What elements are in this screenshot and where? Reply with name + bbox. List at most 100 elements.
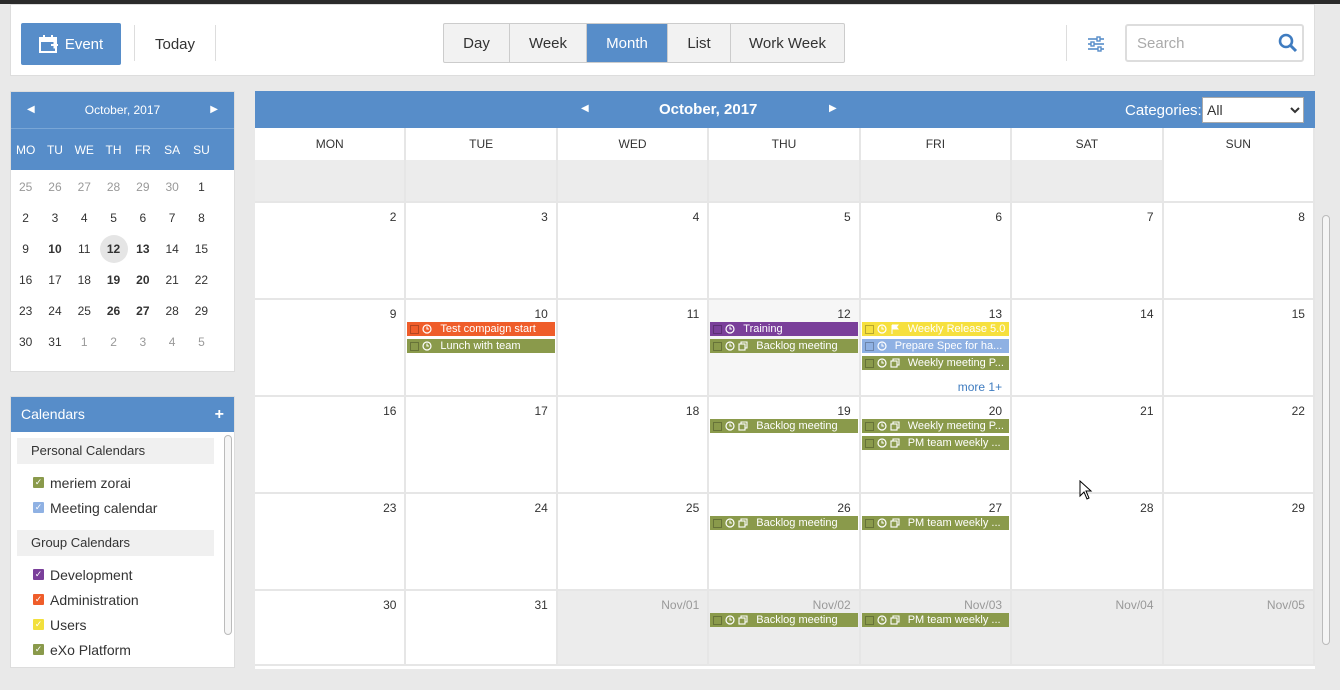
day-cell[interactable]: 2 bbox=[255, 203, 407, 298]
day-cell[interactable] bbox=[709, 160, 861, 201]
mini-day[interactable]: 30 bbox=[157, 172, 186, 203]
event-item[interactable]: Weekly meeting P... bbox=[861, 356, 1010, 370]
mini-day[interactable]: 9 bbox=[11, 234, 40, 265]
checkbox-icon[interactable]: ✓ bbox=[33, 644, 44, 655]
next-month-icon[interactable]: ▶ bbox=[210, 104, 218, 115]
mini-day[interactable]: 13 bbox=[128, 234, 157, 265]
mini-day[interactable]: 26 bbox=[40, 172, 69, 203]
mini-day[interactable]: 19 bbox=[99, 265, 128, 296]
day-cell[interactable]: 13 Weekly Release 5.0 Prepare Spec for ha.… bbox=[861, 300, 1013, 395]
mini-day[interactable]: 6 bbox=[128, 203, 157, 234]
add-calendar-icon[interactable]: + bbox=[215, 397, 224, 432]
mini-day[interactable]: 25 bbox=[11, 172, 40, 203]
mini-day[interactable]: 8 bbox=[187, 203, 216, 234]
day-cell[interactable]: 22 bbox=[1164, 397, 1315, 492]
day-cell[interactable]: 4 bbox=[558, 203, 710, 298]
mini-day[interactable]: 1 bbox=[70, 327, 99, 358]
view-day-button[interactable]: Day bbox=[444, 24, 510, 62]
day-cell[interactable]: 27 PM team weekly ... bbox=[861, 494, 1013, 589]
mini-day[interactable]: 24 bbox=[40, 296, 69, 327]
view-list-button[interactable]: List bbox=[668, 24, 731, 62]
event-item[interactable]: PM team weekly ... bbox=[861, 613, 1010, 627]
next-month-icon[interactable]: ▶ bbox=[829, 103, 837, 114]
more-events-link[interactable]: more 1+ bbox=[958, 380, 1002, 394]
view-week-button[interactable]: Week bbox=[510, 24, 587, 62]
mini-day[interactable]: 1 bbox=[187, 172, 216, 203]
day-cell[interactable]: 10 Test compaign start Lunch with team bbox=[406, 300, 558, 395]
day-cell[interactable]: 17 bbox=[406, 397, 558, 492]
day-cell[interactable]: 6 bbox=[861, 203, 1013, 298]
month-scrollbar[interactable] bbox=[1322, 215, 1330, 645]
prev-month-icon[interactable]: ◀ bbox=[581, 103, 589, 114]
calendar-item[interactable]: ✓ Users bbox=[11, 612, 234, 637]
day-cell[interactable]: 29 bbox=[1164, 494, 1315, 589]
settings-sliders-icon[interactable] bbox=[1086, 35, 1106, 53]
day-cell[interactable]: 26 Backlog meeting bbox=[709, 494, 861, 589]
day-cell[interactable]: 8 bbox=[1164, 203, 1315, 298]
mini-day[interactable]: 5 bbox=[99, 203, 128, 234]
event-item[interactable]: Weekly Release 5.0 bbox=[861, 322, 1010, 336]
event-item[interactable]: Lunch with team bbox=[407, 339, 555, 353]
mini-day[interactable]: 2 bbox=[99, 327, 128, 358]
mini-day[interactable]: 26 bbox=[99, 296, 128, 327]
mini-day[interactable]: 18 bbox=[70, 265, 99, 296]
day-cell[interactable]: 7 bbox=[1012, 203, 1164, 298]
mini-day[interactable]: 12 bbox=[99, 235, 128, 263]
mini-day[interactable]: 21 bbox=[157, 265, 186, 296]
mini-day[interactable]: 27 bbox=[70, 172, 99, 203]
mini-day[interactable]: 22 bbox=[187, 265, 216, 296]
view-month-button[interactable]: Month bbox=[587, 24, 668, 62]
day-cell[interactable] bbox=[557, 160, 710, 201]
calendar-item[interactable]: ✓ meriem zorai bbox=[11, 470, 234, 495]
event-item[interactable]: Prepare Spec for ha... bbox=[861, 339, 1010, 353]
mini-day[interactable]: 10 bbox=[40, 234, 69, 265]
checkbox-icon[interactable]: ✓ bbox=[33, 569, 44, 580]
mini-day[interactable]: 16 bbox=[11, 265, 40, 296]
search-icon[interactable] bbox=[1278, 33, 1298, 53]
day-cell[interactable]: 15 bbox=[1164, 300, 1315, 395]
calendar-item[interactable]: ✓ eXo Platform bbox=[11, 637, 234, 662]
mini-day[interactable]: 25 bbox=[70, 296, 99, 327]
mini-day[interactable]: 28 bbox=[157, 296, 186, 327]
day-cell[interactable]: 5 bbox=[709, 203, 861, 298]
day-cell[interactable]: Nov/02 Backlog meeting bbox=[709, 591, 861, 664]
mini-day[interactable]: 3 bbox=[40, 203, 69, 234]
day-cell[interactable]: 23 bbox=[255, 494, 407, 589]
add-event-button[interactable]: Event bbox=[21, 23, 121, 65]
day-cell[interactable]: 9 bbox=[255, 300, 407, 395]
mini-day[interactable]: 23 bbox=[11, 296, 40, 327]
mini-day[interactable]: 31 bbox=[40, 327, 69, 358]
mini-day[interactable]: 4 bbox=[70, 203, 99, 234]
day-cell[interactable]: 14 bbox=[1012, 300, 1164, 395]
event-item[interactable]: Backlog meeting bbox=[710, 419, 858, 433]
event-item[interactable]: Backlog meeting bbox=[710, 613, 858, 627]
day-cell[interactable]: Nov/01 bbox=[557, 591, 710, 664]
mini-day[interactable]: 11 bbox=[70, 234, 99, 265]
prev-month-icon[interactable]: ◀ bbox=[27, 104, 35, 115]
day-cell[interactable]: Nov/04 bbox=[1012, 591, 1164, 664]
mini-day[interactable]: 7 bbox=[157, 203, 186, 234]
day-cell[interactable]: 3 bbox=[406, 203, 558, 298]
event-item[interactable]: Test compaign start bbox=[407, 322, 555, 336]
mini-day[interactable]: 29 bbox=[187, 296, 216, 327]
calendars-scrollbar[interactable] bbox=[224, 435, 232, 635]
personal-calendars-group[interactable]: Personal Calendars bbox=[17, 438, 214, 464]
day-cell[interactable] bbox=[406, 160, 558, 201]
event-item[interactable]: PM team weekly ... bbox=[861, 436, 1010, 450]
day-cell[interactable]: 16 bbox=[255, 397, 407, 492]
mini-day[interactable]: 3 bbox=[128, 327, 157, 358]
search-input[interactable] bbox=[1127, 26, 1267, 60]
day-cell[interactable]: 21 bbox=[1012, 397, 1164, 492]
day-cell[interactable]: 24 bbox=[406, 494, 558, 589]
day-cell[interactable]: 12 Training Backlog meeting bbox=[709, 300, 861, 395]
mini-day[interactable]: 27 bbox=[128, 296, 157, 327]
day-cell[interactable] bbox=[1164, 160, 1315, 201]
day-cell[interactable]: 25 bbox=[558, 494, 710, 589]
mini-day[interactable]: 30 bbox=[11, 327, 40, 358]
mini-day[interactable]: 14 bbox=[157, 234, 186, 265]
view-workweek-button[interactable]: Work Week bbox=[731, 24, 844, 62]
event-item[interactable]: Training bbox=[710, 322, 858, 336]
mini-day[interactable]: 5 bbox=[187, 327, 216, 358]
categories-select[interactable]: All bbox=[1202, 97, 1304, 123]
day-cell[interactable] bbox=[255, 160, 407, 201]
